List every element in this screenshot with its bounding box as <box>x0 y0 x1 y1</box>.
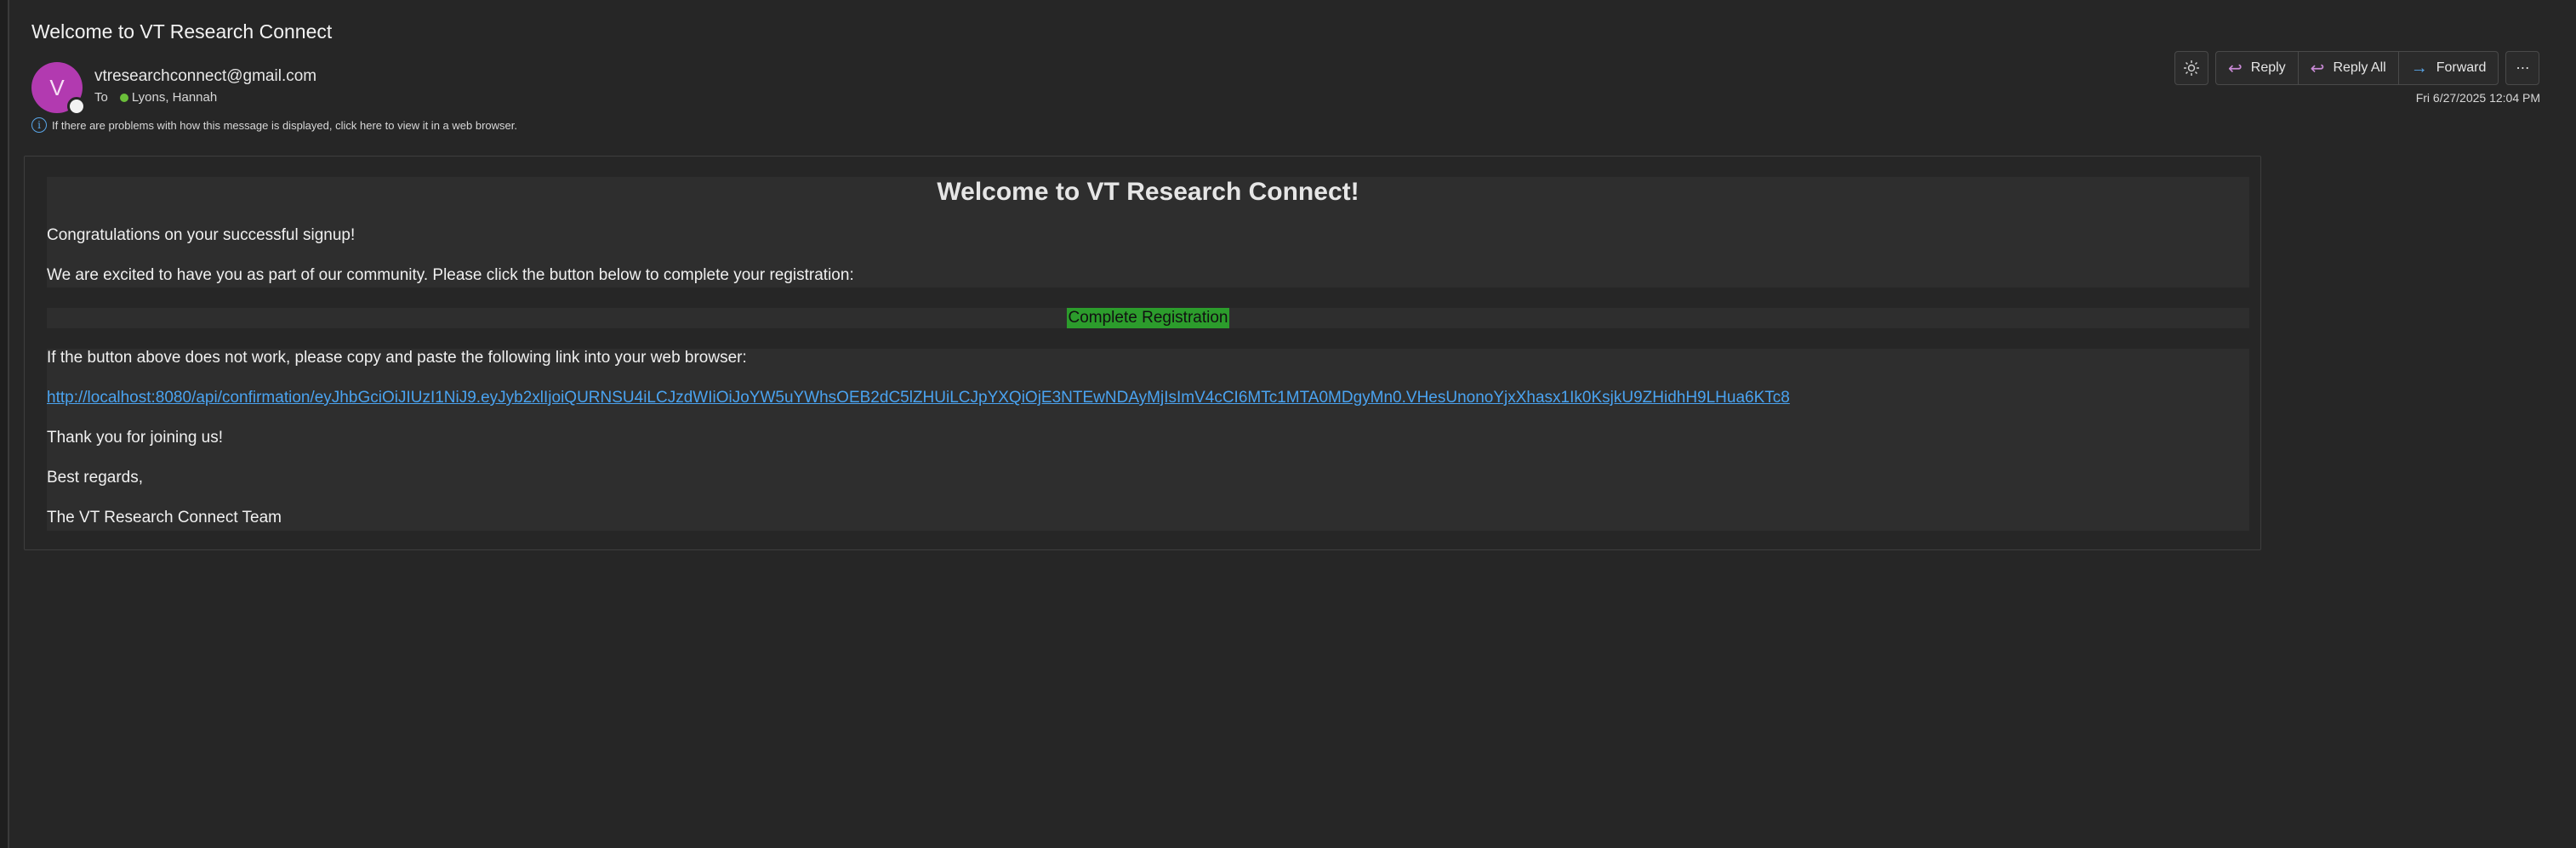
sun-icon <box>2184 60 2199 76</box>
forward-button[interactable]: → Forward <box>2397 51 2499 85</box>
reply-all-button[interactable]: ↩ Reply All <box>2297 51 2399 85</box>
recipient-row: To Lyons, Hannah <box>94 90 217 105</box>
thanks-text: Thank you for joining us! <box>47 429 224 447</box>
forward-label: Forward <box>2436 60 2487 75</box>
received-date: Fri 6/27/2025 12:04 PM <box>2415 91 2540 105</box>
reply-all-icon: ↩ <box>2310 59 2325 78</box>
view-in-browser-text: If there are problems with how this mess… <box>52 118 517 132</box>
reply-icon: ↩ <box>2228 59 2243 78</box>
avatar-initial: V <box>49 74 65 100</box>
complete-registration-button[interactable]: Complete Registration <box>1066 308 1230 328</box>
info-icon: i <box>31 117 47 133</box>
recipient-presence-icon <box>119 93 128 102</box>
sender-address[interactable]: vtresearchconnect@gmail.com <box>94 67 316 86</box>
window-left-edge <box>0 0 9 848</box>
recipient-name[interactable]: Lyons, Hannah <box>132 90 217 105</box>
to-label: To <box>94 90 108 105</box>
cta-container: Complete Registration <box>47 308 2249 328</box>
footer-panel <box>47 349 2249 531</box>
theme-toggle-button[interactable] <box>2174 51 2208 85</box>
view-in-browser-notice[interactable]: i If there are problems with how this me… <box>31 117 517 133</box>
regards-text: Best regards, <box>47 469 143 487</box>
email-subject: Welcome to VT Research Connect <box>31 20 333 43</box>
reply-label: Reply <box>2250 60 2286 75</box>
confirmation-link[interactable]: http://localhost:8080/api/confirmation/e… <box>47 389 1790 407</box>
more-actions-button[interactable]: ⋯ <box>2505 51 2540 85</box>
fallback-text: If the button above does not work, pleas… <box>47 349 747 367</box>
more-icon: ⋯ <box>2516 61 2530 76</box>
congrats-text: Congratulations on your successful signu… <box>47 226 356 244</box>
intro-text: We are excited to have you as part of ou… <box>47 266 854 284</box>
signature-text: The VT Research Connect Team <box>47 509 282 526</box>
reply-button[interactable]: ↩ Reply <box>2215 51 2299 85</box>
presence-status-icon <box>67 97 86 116</box>
email-body-title: Welcome to VT Research Connect! <box>937 178 1359 206</box>
reply-all-label: Reply All <box>2333 60 2386 75</box>
forward-icon: → <box>2410 58 2428 77</box>
message-toolbar: ↩ Reply ↩ Reply All → Forward ⋯ <box>2174 51 2540 85</box>
reply-actions-group: ↩ Reply ↩ Reply All → Forward <box>2215 51 2499 85</box>
